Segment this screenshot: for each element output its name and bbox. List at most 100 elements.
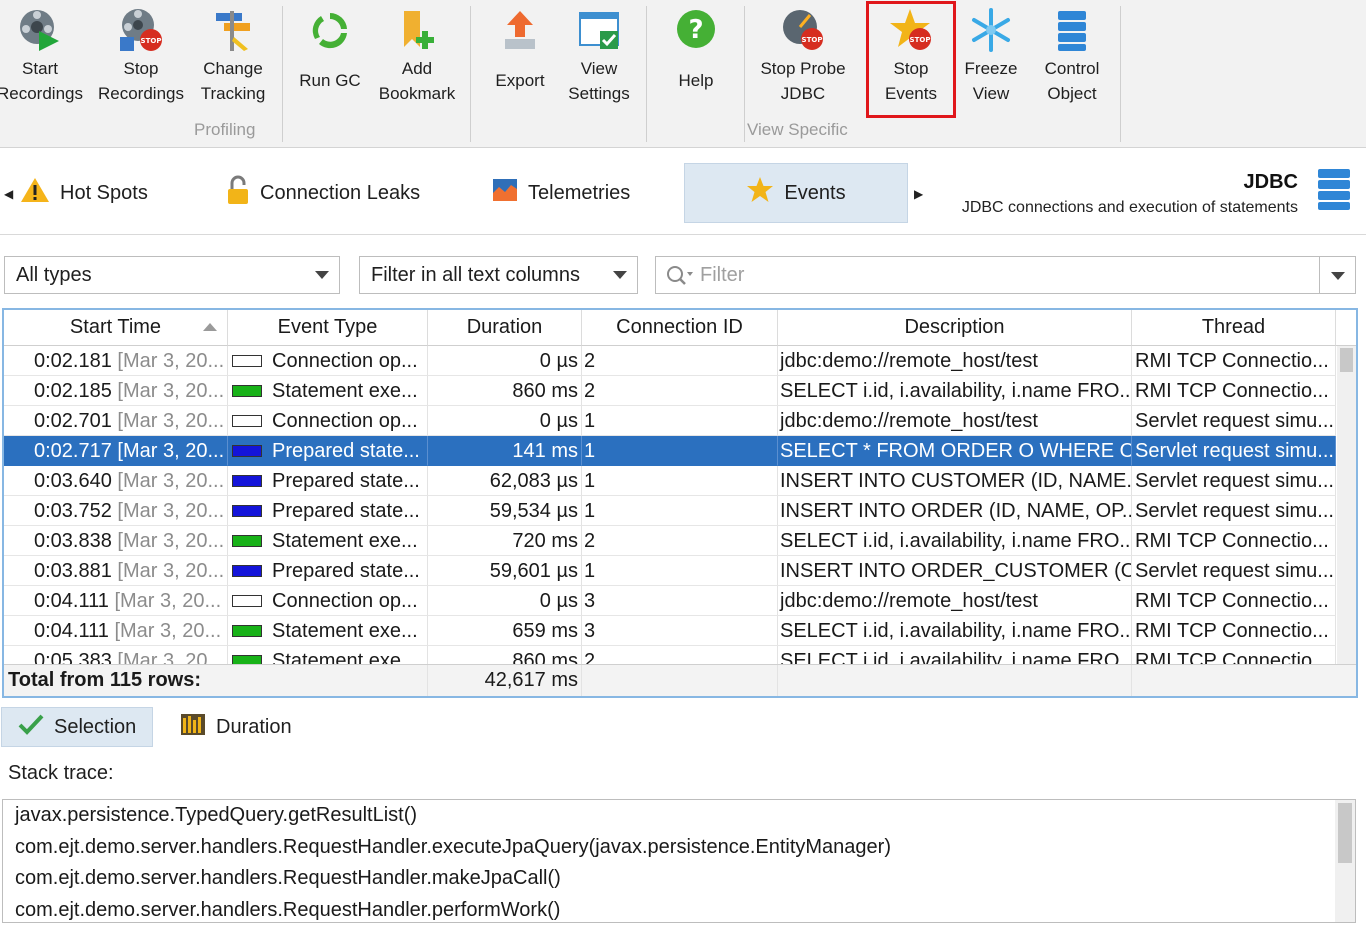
stop-probe-jdbc-button[interactable]: STOP Stop Probe JDBC [756, 4, 850, 116]
stack-frame[interactable]: com.ejt.demo.server.handlers.RequestHand… [15, 867, 561, 890]
table-vertical-scrollbar[interactable] [1337, 346, 1356, 664]
column-header-description[interactable]: Description [778, 310, 1132, 346]
cell-thread: RMI TCP Connectio... [1132, 646, 1336, 664]
event-type-value: Statement exe... [272, 620, 418, 642]
total-empty-cell [582, 665, 778, 696]
cell-event-type: Statement exe... [228, 616, 428, 646]
help-button[interactable]: ? Help [660, 4, 732, 116]
stack-frame[interactable]: com.ejt.demo.server.handlers.RequestHand… [15, 836, 891, 859]
cell-thread: Servlet request simu... [1132, 406, 1336, 436]
cell-connection-id: 2 [582, 526, 778, 556]
event-type-value: Prepared state... [272, 440, 420, 462]
table-row[interactable]: 0:03.640 [Mar 3, 20... Prepared state... 6… [4, 466, 1336, 496]
table-row[interactable]: 0:04.111 [Mar 3, 20... Statement exe... 65… [4, 616, 1336, 646]
export-button[interactable]: Export [484, 4, 556, 116]
filter-column-select-value: Filter in all text columns [371, 263, 580, 286]
tab-telemetries[interactable]: Telemetries [478, 163, 644, 223]
cell-description: SELECT i.id, i.availability, i.name FRO.… [778, 376, 1132, 406]
start-date-value: [Mar 3, 20... [117, 410, 225, 432]
table-row[interactable]: 0:03.881 [Mar 3, 20... Prepared state... 5… [4, 556, 1336, 586]
table-row[interactable]: 0:02.181 [Mar 3, 20... Connection op... 0 … [4, 346, 1336, 376]
start-recordings-button[interactable]: Start Recordings [0, 4, 83, 116]
table-total-row: Total from 115 rows: 42,617 ms [4, 664, 1356, 696]
cell-thread: Servlet request simu... [1132, 496, 1336, 526]
table-row[interactable]: 0:02.185 [Mar 3, 20... Statement exe... 86… [4, 376, 1336, 406]
cell-start-time: 0:04.111 [Mar 3, 20... [4, 586, 228, 616]
group-label-profiling: Profiling [194, 120, 256, 139]
add-bookmark-button[interactable]: Add Bookmark [374, 4, 460, 116]
start-date-value: [Mar 3, 20... [117, 560, 225, 582]
stop-events-label: Stop Events [885, 59, 937, 103]
column-header-duration[interactable]: Duration [428, 310, 582, 346]
event-type-color-swatch [232, 475, 262, 487]
lock-icon [226, 175, 250, 211]
table-row[interactable]: 0:02.717 [Mar 3, 20... Prepared state... 1… [4, 436, 1336, 466]
database-icon [1048, 4, 1096, 56]
column-header-thread[interactable]: Thread [1132, 310, 1336, 346]
column-header-event-type[interactable]: Event Type [228, 310, 428, 346]
stack-frame[interactable]: javax.persistence.TypedQuery.getResultLi… [15, 804, 417, 827]
filter-input[interactable] [700, 262, 1300, 288]
view-settings-button[interactable]: View Settings [562, 4, 636, 116]
tab-selection[interactable]: Selection [1, 707, 153, 747]
cell-description: SELECT i.id, i.availability, i.name FRO.… [778, 646, 1132, 664]
cell-description: INSERT INTO ORDER (ID, NAME, OP... [778, 496, 1132, 526]
change-tracking-button[interactable]: Change Tracking [194, 4, 272, 116]
scrollbar-thumb[interactable] [1338, 803, 1352, 863]
toolbar-separator [646, 6, 647, 142]
event-type-color-swatch [232, 505, 262, 517]
cell-description: SELECT i.id, i.availability, i.name FRO.… [778, 616, 1132, 646]
cell-start-time: 0:03.640 [Mar 3, 20... [4, 466, 228, 496]
freeze-view-button[interactable]: Freeze View [956, 4, 1026, 116]
cell-duration: 0 µs [428, 586, 582, 616]
start-date-value: [Mar 3, 20... [114, 590, 222, 612]
chevron-down-icon [315, 271, 329, 279]
tabs-scroll-right-icon[interactable]: ▶ [914, 187, 923, 201]
tab-hot-spots[interactable]: Hot Spots [6, 163, 162, 223]
stack-trace-scrollbar[interactable] [1335, 800, 1355, 922]
start-time-value: 0:03.640 [34, 470, 112, 492]
filter-history-dropdown[interactable] [1319, 256, 1356, 294]
tab-events-label: Events [784, 181, 846, 204]
column-header-start-time[interactable]: Start Time [4, 310, 228, 346]
ribbon-toolbar: Start Recordings STOP Stop Recordings Ch… [0, 0, 1366, 148]
cell-thread: RMI TCP Connectio... [1132, 586, 1336, 616]
sort-ascending-icon [203, 323, 217, 331]
table-row[interactable]: 0:05.383 [Mar 3, 20... Statement exe... 86… [4, 646, 1336, 664]
table-row[interactable]: 0:04.111 [Mar 3, 20... Connection op... 0 … [4, 586, 1336, 616]
table-row[interactable]: 0:02.701 [Mar 3, 20... Connection op... 0 … [4, 406, 1336, 436]
cell-event-type: Connection op... [228, 586, 428, 616]
cell-thread: RMI TCP Connectio... [1132, 616, 1336, 646]
column-header-label: Event Type [277, 316, 378, 338]
stack-frame[interactable]: com.ejt.demo.server.handlers.RequestHand… [15, 899, 560, 922]
column-header-connection-id[interactable]: Connection ID [582, 310, 778, 346]
start-time-value: 0:03.881 [34, 560, 112, 582]
event-type-select[interactable]: All types [4, 256, 340, 294]
column-header-label: Connection ID [616, 316, 743, 338]
export-label: Export [495, 71, 545, 90]
view-tabs: ◀ Hot Spots Connection Leaks Telemetries… [0, 149, 1366, 235]
table-row[interactable]: 0:03.838 [Mar 3, 20... Statement exe... 72… [4, 526, 1336, 556]
control-object-button[interactable]: Control Object [1034, 4, 1110, 116]
cell-connection-id: 3 [582, 586, 778, 616]
event-type-select-value: All types [16, 263, 92, 286]
jdbc-database-icon [1316, 167, 1352, 216]
start-date-value: [Mar 3, 20... [117, 650, 225, 664]
table-row[interactable]: 0:03.752 [Mar 3, 20... Prepared state... 5… [4, 496, 1336, 526]
scrollbar-thumb[interactable] [1340, 348, 1353, 372]
run-gc-button[interactable]: Run GC [294, 4, 366, 116]
filter-column-select[interactable]: Filter in all text columns [359, 256, 638, 294]
event-type-value: Prepared state... [272, 500, 420, 522]
stop-recordings-label: Stop Recordings [98, 59, 184, 103]
tab-events[interactable]: Events [684, 163, 908, 223]
event-type-value: Connection op... [272, 590, 418, 612]
cell-connection-id: 1 [582, 436, 778, 466]
start-recordings-label: Start Recordings [0, 59, 83, 103]
tab-duration[interactable]: Duration [164, 707, 308, 747]
filter-field[interactable] [655, 256, 1320, 294]
event-type-color-swatch [232, 565, 262, 577]
cell-event-type: Prepared state... [228, 436, 428, 466]
stop-events-button[interactable]: STOP Stop Events [872, 4, 950, 116]
tab-connection-leaks[interactable]: Connection Leaks [212, 163, 434, 223]
stop-recordings-button[interactable]: STOP Stop Recordings [98, 4, 184, 116]
